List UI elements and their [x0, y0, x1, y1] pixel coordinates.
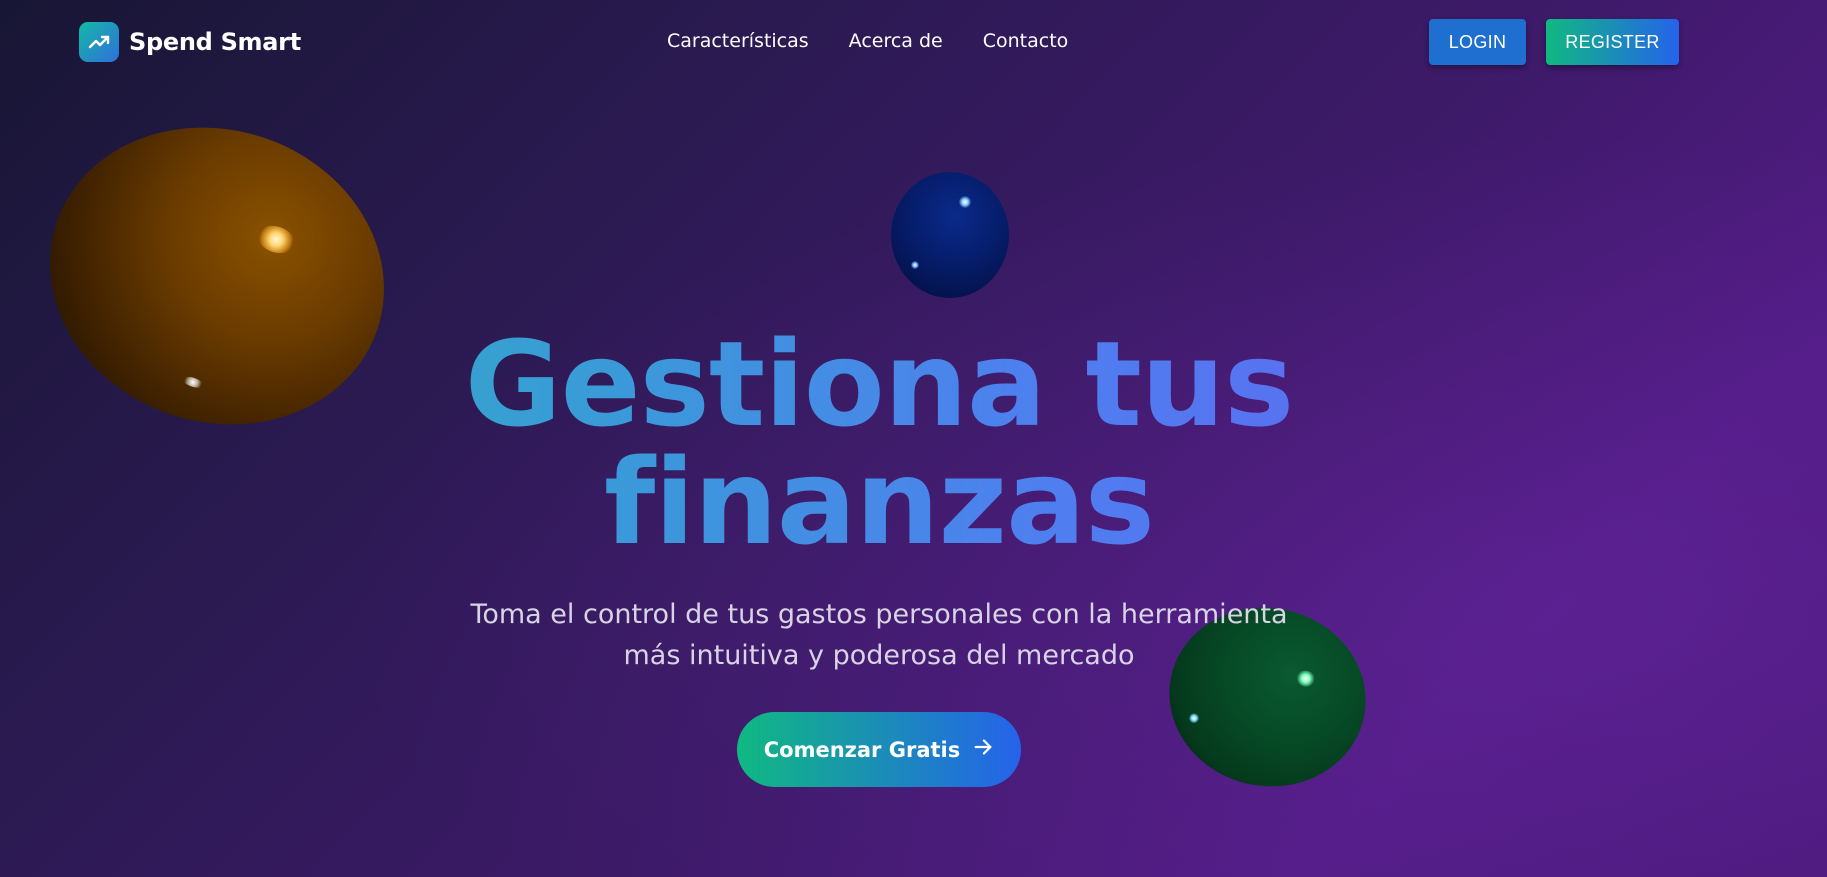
- hero-subtitle: Toma el control de tus gastos personales…: [0, 594, 1758, 676]
- sphere-highlight: [1188, 712, 1200, 725]
- brand[interactable]: Spend Smart: [79, 22, 301, 62]
- trending-up-icon: [79, 22, 119, 62]
- hero-title: Gestiona tus finanzas: [0, 325, 1758, 561]
- hero-subtitle-line-2: más intuitiva y poderosa del mercado: [623, 640, 1135, 671]
- nav-links: Características Acerca de Contacto: [667, 30, 1068, 52]
- brand-name: Spend Smart: [129, 28, 301, 56]
- arrow-right-icon: [972, 736, 994, 763]
- blue-sphere-decoration: [891, 172, 1009, 298]
- start-free-button[interactable]: Comenzar Gratis: [737, 712, 1021, 787]
- nav-link-features[interactable]: Características: [667, 30, 809, 52]
- login-button[interactable]: LOGIN: [1429, 19, 1526, 65]
- nav-link-about[interactable]: Acerca de: [849, 30, 943, 52]
- sphere-highlight: [959, 196, 971, 208]
- sphere-highlight: [911, 261, 919, 269]
- top-navbar: Spend Smart Características Acerca de Co…: [0, 0, 1827, 84]
- hero-title-line-1: Gestiona tus: [0, 325, 1758, 443]
- nav-link-contact[interactable]: Contacto: [983, 30, 1069, 52]
- hero-subtitle-line-1: Toma el control de tus gastos personales…: [470, 599, 1288, 630]
- register-button[interactable]: REGISTER: [1546, 19, 1679, 65]
- hero-title-line-2: finanzas: [0, 443, 1758, 561]
- sphere-highlight: [254, 221, 299, 258]
- start-free-label: Comenzar Gratis: [763, 737, 961, 762]
